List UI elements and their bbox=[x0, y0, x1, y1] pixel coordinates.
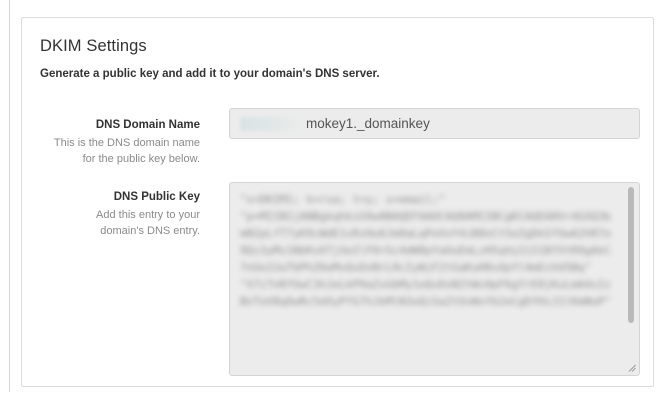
dns-domain-name-help-line-1: This is the DNS domain name bbox=[53, 137, 200, 149]
dns-domain-name-help: This is the DNS domain name for the publ… bbox=[22, 135, 200, 167]
dns-public-key-value: "v=DKIM1; k=rsa; t=y; s=email;" "p=MIIBI… bbox=[240, 193, 611, 308]
dns-public-key-label: DNS Public Key bbox=[113, 191, 200, 203]
dns-domain-name-help-line-2: for the public key below. bbox=[82, 153, 200, 165]
resize-grip-icon[interactable] bbox=[628, 364, 636, 372]
textarea-scrollbar-thumb[interactable] bbox=[628, 187, 634, 323]
dns-domain-name-value: mokey1._domainkey bbox=[306, 116, 430, 131]
dns-domain-name-label: DNS Domain Name bbox=[95, 119, 200, 131]
dns-public-key-textarea[interactable]: "v=DKIM1; k=rsa; t=y; s=email;" "p=MIIBI… bbox=[229, 182, 640, 376]
dns-public-key-help-line-1: Add this entry to your bbox=[96, 209, 200, 221]
dns-public-key-help: Add this entry to your domain's DNS entr… bbox=[22, 207, 200, 239]
page-left-border bbox=[9, 0, 10, 392]
panel-title: DKIM Settings bbox=[40, 37, 147, 55]
redacted-domain-prefix bbox=[240, 116, 304, 131]
dns-public-key-help-line-2: domain's DNS entry. bbox=[100, 225, 200, 237]
dns-domain-name-field[interactable]: mokey1._domainkey bbox=[229, 108, 640, 139]
panel-subtitle: Generate a public key and add it to your… bbox=[40, 68, 380, 80]
dkim-settings-panel: DKIM Settings Generate a public key and … bbox=[21, 17, 654, 387]
